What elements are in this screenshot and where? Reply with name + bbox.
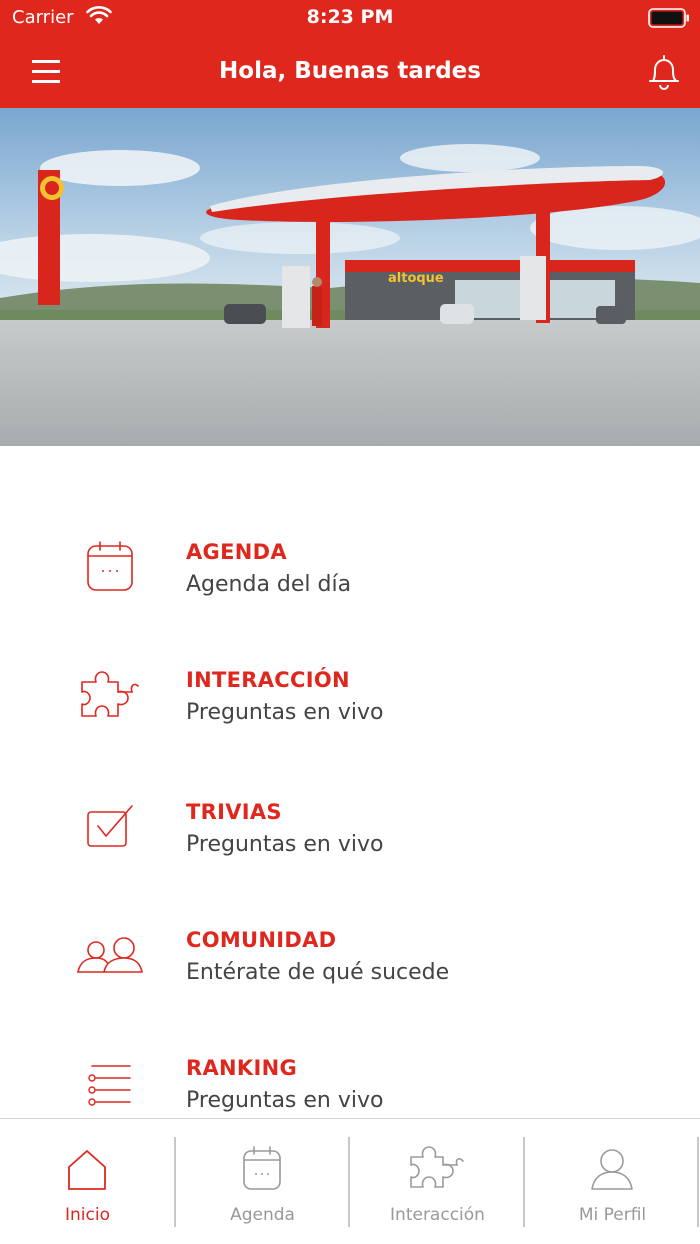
nav-bar: Hola, Buenas tardes [0,36,700,108]
menu-item-label: AGENDA [186,540,287,564]
menu-item-comunidad[interactable]: COMUNIDAD Entérate de qué sucede [0,928,700,1038]
menu-item-agenda[interactable]: AGENDA Agenda del día [0,540,700,650]
hamburger-menu-icon[interactable] [30,56,66,88]
menu-item-subtitle: Preguntas en vivo [186,1088,384,1113]
clock: 8:23 PM [306,6,394,28]
checkbox-icon [74,800,146,860]
puzzle-icon [74,668,146,728]
tab-label: Mi Perfil [578,1205,647,1225]
tab-label: Interacción [390,1205,485,1225]
tab-interaccion[interactable]: Interacción [350,1119,525,1244]
calendar-icon [74,540,146,600]
status-bar: Carrier 8:23 PM [0,0,700,36]
tab-label: Inicio [65,1205,110,1225]
menu-item-subtitle: Entérate de qué sucede [186,960,450,985]
puzzle-icon [407,1145,467,1195]
bottom-tab-bar: Inicio Agenda Interacción Mi Perfil [0,1118,700,1244]
tab-mi-perfil[interactable]: Mi Perfil [525,1119,700,1244]
tab-agenda[interactable]: Agenda [175,1119,350,1244]
menu-item-label: TRIVIAS [186,800,282,824]
battery-icon [648,8,690,32]
home-icon [57,1145,117,1195]
tab-inicio[interactable]: Inicio [0,1119,175,1244]
menu-item-trivias[interactable]: TRIVIAS Preguntas en vivo [0,800,700,910]
page-title: Hola, Buenas tardes [219,58,481,84]
menu-item-subtitle: Preguntas en vivo [186,832,384,857]
menu-item-label: RANKING [186,1056,297,1080]
menu-item-label: COMUNIDAD [186,928,337,952]
menu-item-subtitle: Agenda del día [186,572,352,597]
hero-gas-station-image: altoque [0,108,700,446]
menu-item-subtitle: Preguntas en vivo [186,700,384,725]
menu-item-interaccion[interactable]: INTERACCIÓN Preguntas en vivo [0,668,700,778]
notifications-bell-icon[interactable] [644,52,684,92]
tab-label: Agenda [230,1205,295,1225]
user-icon [582,1145,642,1195]
list-icon [74,1056,146,1116]
tab-divider [697,1137,699,1227]
users-icon [74,928,146,988]
store-sign-text: altoque [388,271,444,286]
menu-item-label: INTERACCIÓN [186,668,350,692]
calendar-icon [232,1145,292,1195]
